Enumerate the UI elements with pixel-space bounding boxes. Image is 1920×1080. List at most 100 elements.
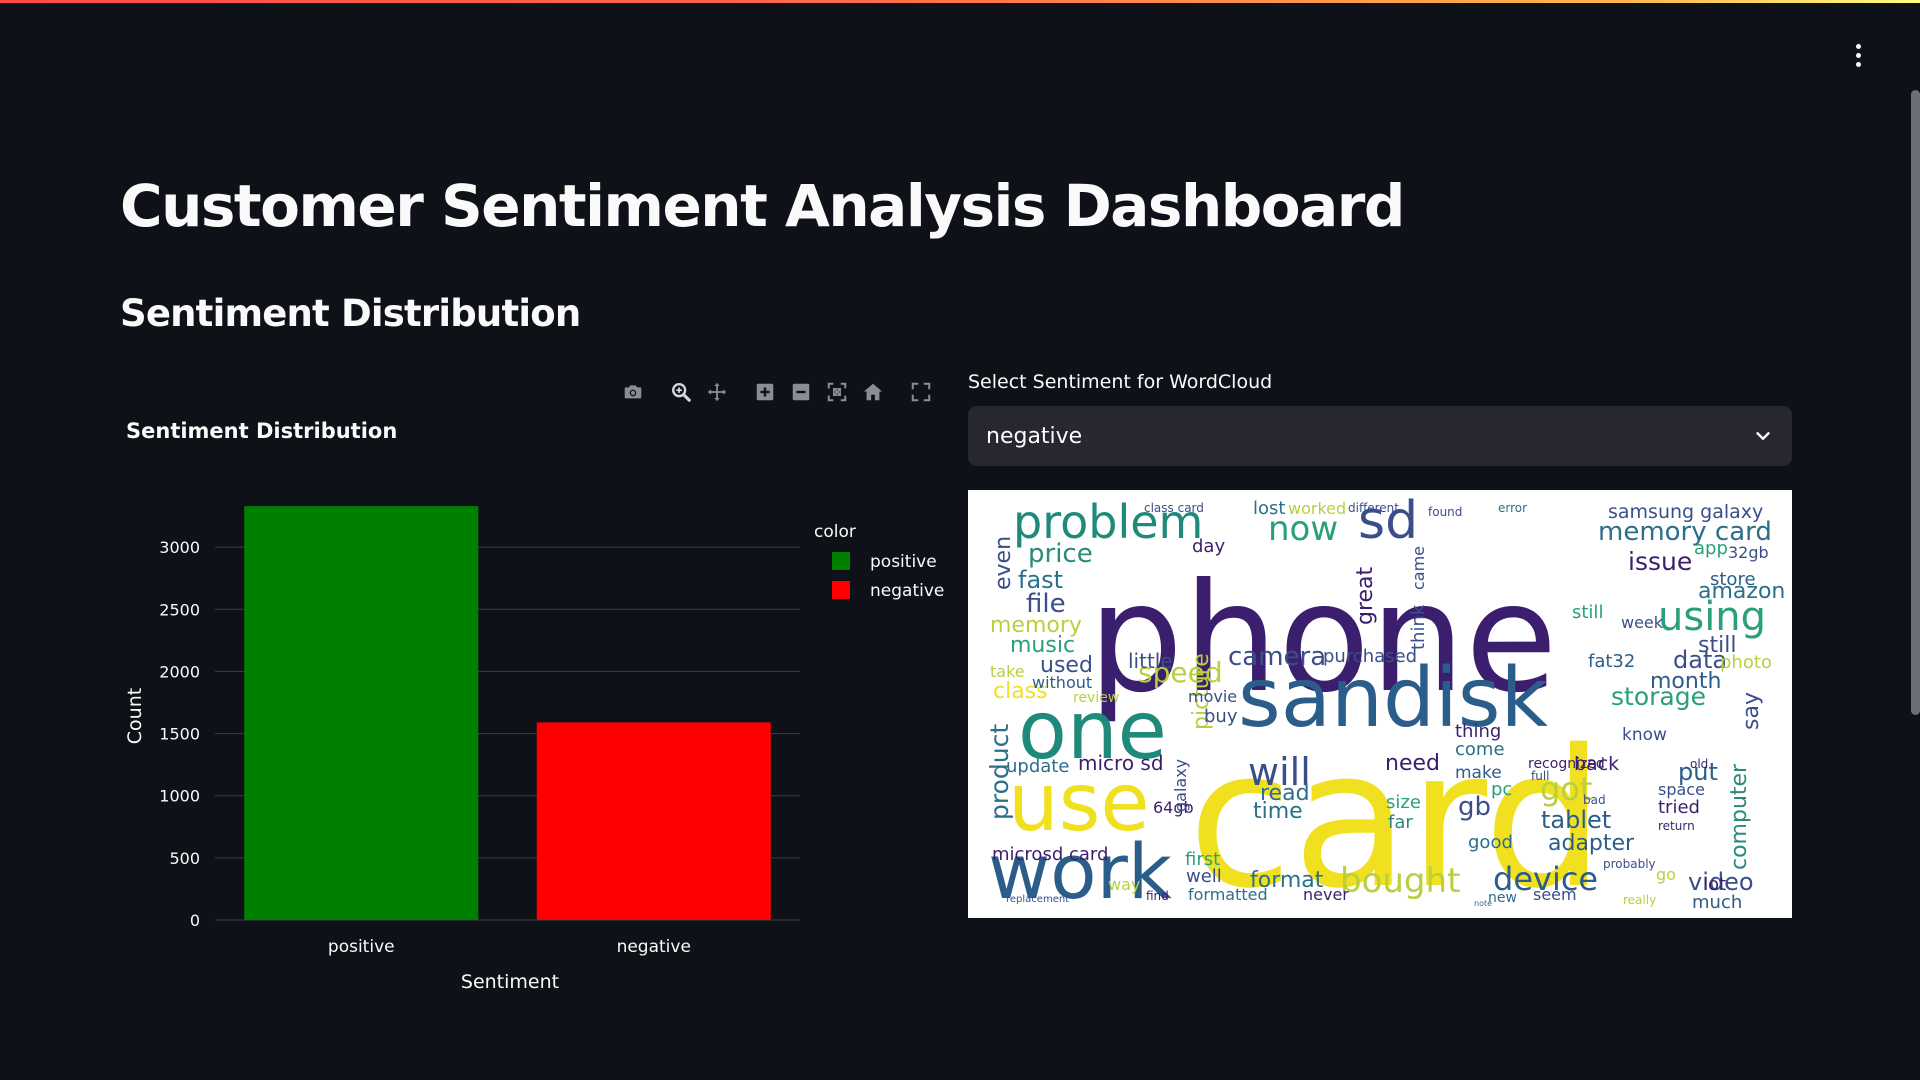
- wordcloud-word: worked: [1288, 499, 1346, 518]
- wordcloud-word: purchased: [1323, 646, 1417, 667]
- wordcloud-word: month: [1650, 669, 1721, 694]
- wordcloud-word: much: [1692, 892, 1742, 913]
- y-tick-label: 0: [190, 911, 200, 930]
- y-tick-label: 2500: [159, 600, 200, 619]
- wordcloud-word: say: [1739, 692, 1764, 730]
- wordcloud-word: sd: [1358, 491, 1418, 551]
- wordcloud-word: read: [1260, 781, 1310, 806]
- y-tick-label: 500: [169, 849, 200, 868]
- wordcloud-word: microsd card: [992, 844, 1108, 865]
- wordcloud-word: adapter: [1548, 831, 1635, 856]
- y-axis-label: Count: [124, 688, 146, 744]
- main-menu-button[interactable]: [1846, 40, 1870, 70]
- wordcloud-word: gb: [1458, 792, 1491, 822]
- wordcloud-word: class card: [1144, 501, 1204, 515]
- wordcloud-word: far: [1388, 812, 1413, 833]
- chart-legend: color positive negative: [814, 522, 944, 601]
- wordcloud-word: buy: [1204, 706, 1238, 727]
- y-tick-label: 3000: [159, 538, 200, 557]
- wordcloud-word: way: [1108, 875, 1140, 894]
- wordcloud-word: come: [1455, 739, 1505, 760]
- legend-title: color: [814, 522, 856, 542]
- page-scrollbar[interactable]: [1911, 90, 1920, 715]
- wordcloud-word: samsung galaxy: [1608, 501, 1763, 523]
- wordcloud-word: week: [1621, 613, 1664, 632]
- wordcloud-word: good: [1468, 832, 1513, 853]
- wordcloud-word: micro sd: [1078, 751, 1164, 775]
- wordcloud-word: tried: [1658, 797, 1700, 818]
- menu-dot: [1855, 43, 1861, 49]
- x-tick-label: positive: [328, 937, 395, 957]
- chart-svg: Sentiment Distribution 0 500 1000 1500 2000 2…: [124, 419, 944, 993]
- legend-label[interactable]: negative: [870, 581, 944, 601]
- wordcloud-word: lot: [1703, 874, 1726, 895]
- wordcloud-word: store: [1710, 569, 1756, 590]
- menu-dot: [1855, 61, 1861, 67]
- wordcloud-word: tablet: [1541, 806, 1611, 834]
- sentiment-bar-chart[interactable]: Sentiment Distribution 0 500 1000 1500 2000 2…: [110, 400, 960, 1000]
- y-tick-label: 1500: [159, 725, 200, 744]
- y-tick-label: 2000: [159, 662, 200, 681]
- wordcloud-word: galaxy: [1171, 759, 1190, 812]
- wordcloud-word: formatted: [1188, 885, 1268, 904]
- wordcloud-word: still: [1572, 602, 1603, 623]
- y-tick-label: 1000: [159, 787, 200, 806]
- wordcloud-word: never: [1303, 885, 1349, 904]
- wordcloud-word: replacement: [1006, 894, 1069, 905]
- wordcloud-word: need: [1385, 751, 1440, 776]
- wordcloud-word: lost: [1253, 498, 1285, 519]
- section-title: Sentiment Distribution: [120, 292, 581, 335]
- wordcloud-word: different: [1348, 501, 1399, 515]
- wordcloud-word: size: [1386, 792, 1421, 813]
- wordcloud-word: bad: [1583, 793, 1606, 807]
- wordcloud-word: even: [991, 536, 1016, 590]
- sentiment-select[interactable]: negative: [968, 406, 1792, 466]
- wordcloud-word: computer: [1727, 763, 1752, 870]
- wordcloud-word: return: [1658, 819, 1695, 833]
- wordcloud-word: probably: [1603, 857, 1656, 871]
- menu-dot: [1855, 52, 1861, 58]
- wordcloud-word: think: [1408, 604, 1429, 650]
- legend-swatch[interactable]: [832, 581, 850, 599]
- wordcloud-word: know: [1622, 725, 1667, 745]
- sentiment-select-value: negative: [986, 423, 1083, 449]
- wordcloud-word: came: [1409, 546, 1428, 590]
- wordcloud-word: camera: [1228, 642, 1326, 672]
- wordcloud-word: new: [1488, 890, 1517, 906]
- wordcloud-word: first: [1185, 849, 1220, 870]
- wordcloud-word: review: [1073, 690, 1119, 706]
- wordcloud-word: day: [1192, 536, 1225, 557]
- wordcloud-svg: phonecardsandiskoneuseworkproblem sdnow me…: [985, 491, 1785, 918]
- wordcloud-word: error: [1498, 501, 1527, 515]
- wordcloud-word: without: [1032, 673, 1092, 692]
- wordcloud-word: 32gb: [1728, 543, 1769, 562]
- wordcloud-image: phone card sandisk one use work problem sd now me…: [968, 490, 1792, 918]
- wordcloud-word: photo: [1720, 652, 1772, 673]
- legend-label[interactable]: positive: [870, 552, 937, 572]
- wordcloud-select-label: Select Sentiment for WordCloud: [968, 371, 1273, 393]
- wordcloud-word: seem: [1533, 885, 1577, 904]
- wordcloud-word: old: [1690, 757, 1708, 771]
- wordcloud-word: note: [1474, 899, 1492, 908]
- wordcloud-word: little: [1128, 649, 1173, 673]
- bar-negative[interactable]: [536, 722, 771, 920]
- legend-swatch[interactable]: [832, 552, 850, 570]
- wordcloud-word: go: [1656, 865, 1676, 884]
- wordcloud-word: take: [990, 662, 1025, 681]
- x-axis-label: Sentiment: [461, 971, 559, 993]
- page-title: Customer Sentiment Analysis Dashboard: [120, 172, 1405, 240]
- wordcloud-word: app: [1694, 538, 1728, 559]
- chart-title: Sentiment Distribution: [126, 419, 397, 443]
- wordcloud-word: full: [1531, 769, 1550, 783]
- wordcloud-word: pc: [1491, 779, 1512, 800]
- wordcloud-word: bought: [1340, 861, 1460, 901]
- chevron-down-icon[interactable]: [1752, 425, 1774, 447]
- wordcloud-word: update: [1006, 756, 1069, 777]
- bar-positive[interactable]: [244, 506, 479, 920]
- top-gradient-bar: [0, 0, 1920, 3]
- wordcloud-word: issue: [1628, 547, 1692, 576]
- wordcloud-word: really: [1623, 893, 1656, 907]
- wordcloud-word: price: [1028, 539, 1093, 569]
- wordcloud-word: great: [1353, 566, 1378, 625]
- x-tick-label: negative: [617, 937, 691, 957]
